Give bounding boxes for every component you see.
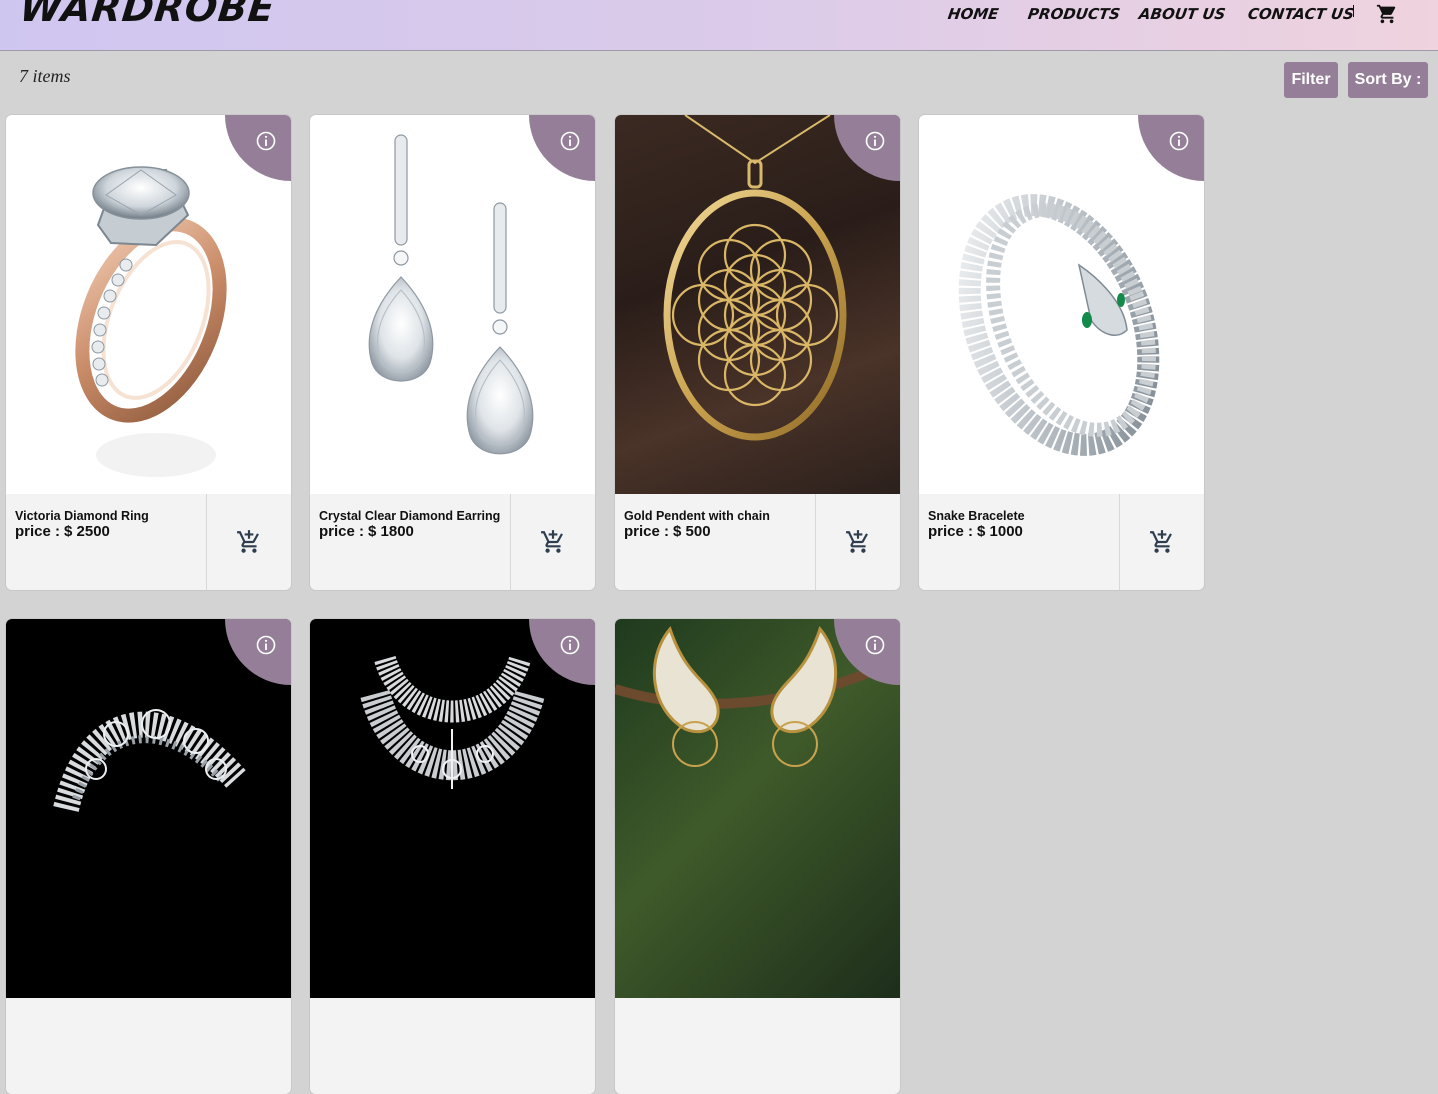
items-count: 7 items bbox=[19, 66, 71, 86]
product-image-cuff[interactable] bbox=[6, 619, 291, 998]
info-icon[interactable] bbox=[559, 130, 581, 152]
info-icon[interactable] bbox=[864, 634, 886, 656]
product-price: price : $ 1000 bbox=[928, 523, 1023, 540]
filter-button[interactable]: Filter bbox=[1284, 62, 1338, 98]
add-shopping-cart-icon bbox=[1150, 530, 1172, 553]
nav-contact-us[interactable]: CONTACT US bbox=[1247, 5, 1356, 23]
product-image-ring[interactable] bbox=[6, 115, 291, 494]
info-icon[interactable] bbox=[864, 130, 886, 152]
product-card: Gold Pendent with chain price : $ 500 bbox=[615, 115, 900, 590]
nav-products[interactable]: PRODUCTS bbox=[1027, 5, 1122, 23]
shopping-cart-icon[interactable] bbox=[1376, 3, 1398, 25]
product-card: Victoria Diamond Ring price : $ 2500 bbox=[6, 115, 291, 590]
add-to-cart-button[interactable] bbox=[207, 494, 291, 590]
site-header: WARDROBE HOME PRODUCTS ABOUT US CONTACT … bbox=[0, 0, 1438, 51]
product-name: Snake Bracelete bbox=[928, 509, 1025, 523]
product-price: price : $ 2500 bbox=[15, 523, 110, 540]
product-image-earring[interactable] bbox=[310, 115, 595, 494]
add-to-cart-button[interactable] bbox=[816, 494, 900, 590]
add-shopping-cart-icon bbox=[237, 530, 259, 553]
product-details: Crystal Clear Diamond Earring price : $ 1… bbox=[310, 494, 511, 590]
sort-by-button[interactable]: Sort By : bbox=[1348, 62, 1428, 98]
product-card: Snake Bracelete price : $ 1000 bbox=[919, 115, 1204, 590]
product-price: price : $ 1800 bbox=[319, 523, 414, 540]
add-to-cart-button[interactable] bbox=[1120, 494, 1204, 590]
site-logo[interactable]: WARDROBE bbox=[18, 0, 278, 30]
product-name: Gold Pendent with chain bbox=[624, 509, 770, 523]
product-image-necklace[interactable] bbox=[310, 619, 595, 998]
info-icon[interactable] bbox=[1168, 130, 1190, 152]
product-card bbox=[310, 619, 595, 1094]
product-name: Victoria Diamond Ring bbox=[15, 509, 149, 523]
product-card bbox=[6, 619, 291, 1094]
product-details: Snake Bracelete price : $ 1000 bbox=[919, 494, 1120, 590]
product-details: Victoria Diamond Ring price : $ 2500 bbox=[6, 494, 207, 590]
nav-about-us[interactable]: ABOUT US bbox=[1138, 5, 1227, 23]
product-card: Crystal Clear Diamond Earring price : $ 1… bbox=[310, 115, 595, 590]
info-icon[interactable] bbox=[255, 634, 277, 656]
info-icon[interactable] bbox=[255, 130, 277, 152]
info-icon[interactable] bbox=[559, 634, 581, 656]
product-name: Crystal Clear Diamond Earring bbox=[319, 509, 501, 523]
add-shopping-cart-icon bbox=[541, 530, 563, 553]
add-shopping-cart-icon bbox=[846, 530, 868, 553]
nav-home[interactable]: HOME bbox=[947, 5, 1000, 23]
add-to-cart-button[interactable] bbox=[511, 494, 595, 590]
nav-divider bbox=[1353, 5, 1354, 17]
product-card bbox=[615, 619, 900, 1094]
product-image-bracelet[interactable] bbox=[919, 115, 1204, 494]
product-image-peacock-earring[interactable] bbox=[615, 619, 900, 998]
product-image-pendant[interactable] bbox=[615, 115, 900, 494]
product-details: Gold Pendent with chain price : $ 500 bbox=[615, 494, 816, 590]
product-price: price : $ 500 bbox=[624, 523, 711, 540]
